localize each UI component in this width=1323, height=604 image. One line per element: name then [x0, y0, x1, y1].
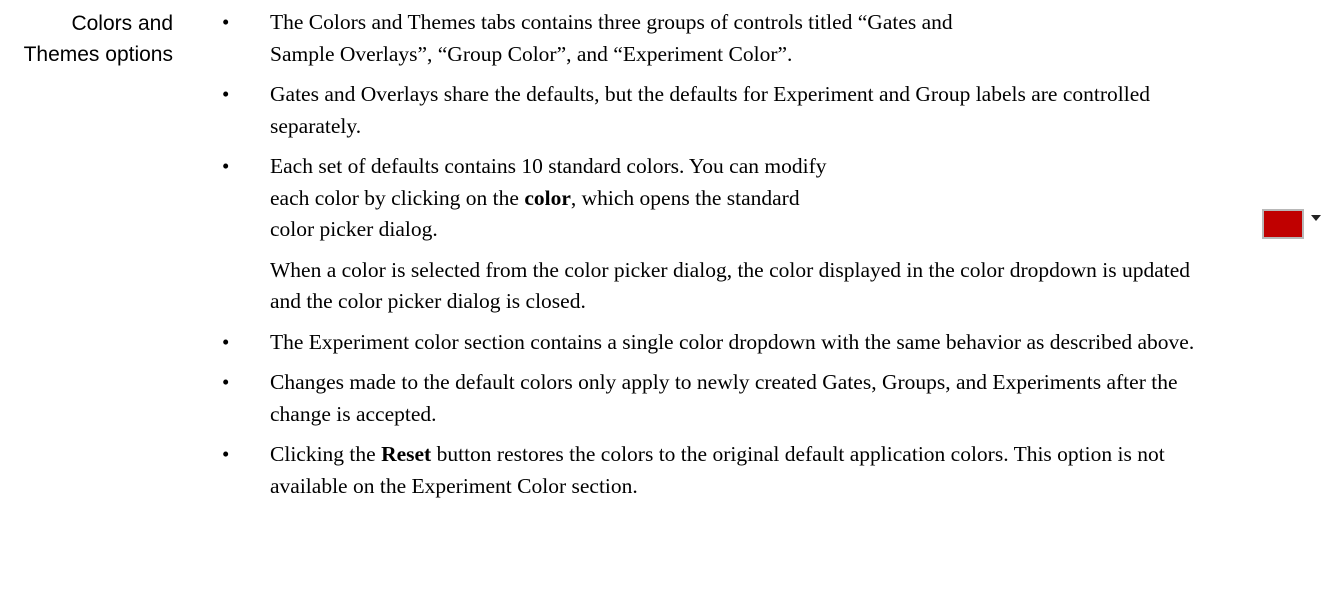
color-swatch[interactable]: [1262, 209, 1304, 239]
bullet-icon: •: [222, 442, 230, 466]
bullet-text: Clicking the Reset button restores the c…: [270, 439, 1222, 502]
list-item: • Each set of defaults contains 10 stand…: [222, 151, 1222, 318]
list-item: • The Experiment color section contains …: [222, 327, 1222, 359]
bullet-icon: •: [222, 10, 230, 34]
bullet-list: • The Colors and Themes tabs contains th…: [222, 7, 1222, 511]
list-item: • Clicking the Reset button restores the…: [222, 439, 1222, 502]
bullet-text-bold: color: [524, 185, 571, 210]
color-dropdown[interactable]: [1262, 209, 1321, 239]
bullet-text: The Colors and Themes tabs contains thre…: [270, 10, 953, 66]
section-label: Colors and Themes options: [23, 12, 173, 66]
bullet-followup-text: When a color is selected from the color …: [270, 257, 1191, 314]
bullet-text: Each set of defaults contains 10 standar…: [270, 151, 1222, 246]
bullet-icon: •: [222, 370, 230, 394]
bullet-icon: •: [222, 329, 230, 354]
list-item: • The Colors and Themes tabs contains th…: [222, 7, 1222, 70]
bullet-text-pre: Clicking the: [270, 442, 382, 466]
chevron-down-icon[interactable]: [1311, 215, 1321, 221]
bullet-icon: •: [222, 154, 230, 178]
list-item: • Changes made to the default colors onl…: [222, 367, 1222, 430]
bullet-icon: •: [222, 82, 230, 106]
bullet-text: The Experiment color section contains a …: [270, 329, 1195, 354]
bullet-text-bold: Reset: [381, 442, 432, 466]
list-item: • Gates and Overlays share the defaults,…: [222, 79, 1222, 142]
bullet-text: Gates and Overlays share the defaults, b…: [270, 82, 1150, 138]
picker-sentence: Each set of defaults contains 10 standar…: [270, 151, 830, 246]
bullet-text: Changes made to the default colors only …: [270, 370, 1178, 426]
